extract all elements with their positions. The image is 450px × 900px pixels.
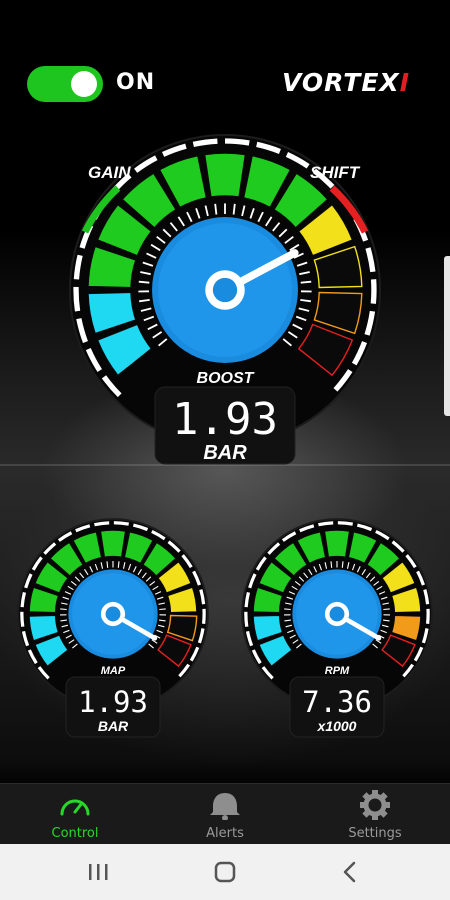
app-screen: ON VORTEXI GAIN SHIFT BOOST 1.93 BAR MAP 1.93 B… [0, 0, 450, 900]
bell-icon [210, 793, 240, 820]
boost-shift-label: SHIFT [310, 163, 361, 182]
boost-unit: BAR [203, 442, 247, 464]
tab-alerts-label: Alerts [206, 826, 244, 841]
rpm-value: 7.36 [302, 685, 372, 719]
boost-value: 1.93 [172, 394, 278, 445]
map-tick [60, 619, 67, 622]
gauges-canvas: GAIN SHIFTBOOST1.93BARMAP1.93BARRPM7.36x1… [17, 133, 433, 738]
map-tick [60, 608, 67, 611]
map-tick [117, 561, 120, 568]
boost-hub [212, 277, 238, 303]
boost-zone-segment [204, 152, 246, 198]
scrollbar-handle[interactable] [444, 256, 450, 416]
home-icon [214, 861, 236, 883]
map-hub [105, 606, 121, 622]
boost-gain-label: GAIN [88, 163, 131, 182]
tab-alerts[interactable]: Alerts [150, 784, 300, 844]
map-title: MAP [101, 665, 126, 677]
rpm-tick [341, 561, 344, 568]
boost-tick [214, 203, 218, 215]
system-navigation-bar [0, 844, 450, 900]
recents-icon [89, 864, 108, 880]
rpm-tick [383, 608, 390, 611]
boost-tick [138, 280, 150, 284]
bottom-tab-bar: Control Alerts Settings [0, 783, 450, 844]
rpm-hub [329, 606, 345, 622]
tab-control[interactable]: Control [0, 784, 150, 844]
rpm-tick [284, 608, 291, 611]
tab-settings[interactable]: Settings [300, 784, 450, 844]
boost-tick [232, 203, 236, 215]
home-button[interactable] [195, 854, 255, 890]
back-button[interactable] [320, 854, 380, 890]
map-tick [159, 619, 166, 622]
rpm-tick [284, 619, 291, 622]
rpm-tick [383, 619, 390, 622]
rpm-tick [330, 561, 333, 568]
tab-settings-label: Settings [348, 826, 402, 841]
map-value: 1.93 [78, 685, 148, 719]
map-unit: BAR [98, 718, 129, 734]
rpm-title: RPM [325, 665, 350, 677]
back-icon [343, 861, 356, 883]
map-zone-segment [100, 529, 126, 558]
map-tick [106, 561, 109, 568]
rpm-zone-segment [324, 529, 350, 558]
tab-control-label: Control [51, 826, 99, 841]
boost-title: BOOST [197, 370, 255, 387]
speedometer-icon [60, 799, 90, 816]
recents-button[interactable] [68, 854, 128, 890]
rpm-unit: x1000 [317, 718, 357, 734]
gear-icon [360, 790, 390, 820]
boost-tick [300, 280, 312, 284]
map-tick [159, 608, 166, 611]
